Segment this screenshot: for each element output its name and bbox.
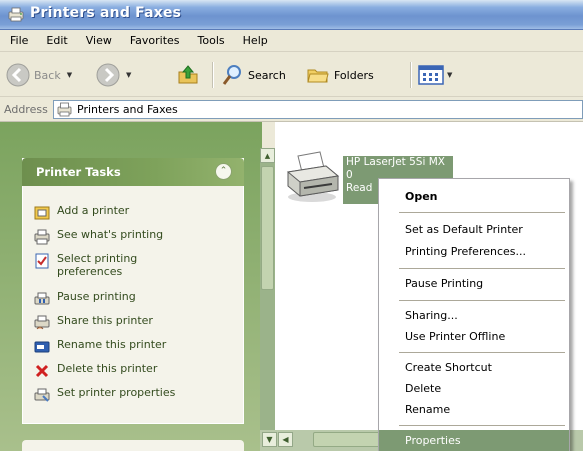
task-label: Add a printer	[57, 204, 130, 217]
menu-file[interactable]: File	[2, 30, 38, 52]
menu-help[interactable]: Help	[235, 30, 278, 52]
menu-rename[interactable]: Rename	[379, 399, 569, 421]
menu-pause-printing[interactable]: Pause Printing	[379, 273, 569, 295]
toolbar: Back ▼ ▼ Search Folders ▼	[0, 53, 583, 97]
properties-icon	[34, 388, 50, 402]
laser-printer-icon[interactable]	[284, 150, 342, 204]
task-set-properties[interactable]: Set printer properties	[34, 386, 244, 410]
back-arrow-icon	[6, 63, 30, 87]
menu-separator	[399, 268, 565, 269]
menu-separator	[399, 425, 565, 426]
search-button[interactable]: Search	[220, 61, 286, 89]
task-share-printer[interactable]: Share this printer	[34, 314, 244, 338]
folders-button[interactable]: Folders	[306, 61, 374, 89]
add-printer-icon	[34, 206, 50, 220]
forward-button[interactable]: ▼	[96, 61, 131, 89]
printer-tasks-header[interactable]: Printer Tasks ⌃	[22, 158, 244, 186]
printer-folder-icon	[57, 102, 72, 117]
printer-name: HP LaserJet 5Si MX	[346, 156, 445, 168]
task-label: Pause printing	[57, 290, 136, 303]
back-label: Back	[34, 68, 61, 82]
toolbar-separator	[212, 62, 214, 88]
delete-icon	[35, 364, 49, 378]
collapse-chevron-icon[interactable]: ⌃	[215, 163, 232, 180]
menu-edit[interactable]: Edit	[38, 30, 77, 52]
menu-delete[interactable]: Delete	[379, 378, 569, 400]
up-folder-button[interactable]	[176, 61, 200, 89]
menu-separator	[399, 300, 565, 301]
address-label: Address	[4, 103, 48, 116]
views-icon	[418, 65, 444, 85]
menu-set-default-printer[interactable]: Set as Default Printer	[379, 219, 569, 241]
menu-printing-preferences[interactable]: Printing Preferences...	[379, 241, 569, 263]
menu-tools[interactable]: Tools	[190, 30, 235, 52]
explorer-window: Printers and Faxes File Edit View Favori…	[0, 0, 583, 451]
menu-separator	[399, 212, 565, 213]
task-label: Rename this printer	[57, 338, 167, 351]
task-label: Select printing preferences	[57, 252, 138, 278]
task-see-printing[interactable]: See what's printing	[34, 228, 244, 252]
back-dropdown-icon[interactable]: ▼	[67, 71, 72, 79]
task-label: Share this printer	[57, 314, 153, 327]
forward-arrow-icon	[96, 63, 120, 87]
menu-favorites[interactable]: Favorites	[122, 30, 190, 52]
pause-printer-icon	[34, 292, 50, 305]
task-select-preferences[interactable]: Select printing preferences	[34, 252, 244, 290]
printer-tasks-title: Printer Tasks	[36, 165, 121, 179]
address-bar: Address Printers and Faxes	[0, 98, 583, 122]
window-title: Printers and Faxes	[30, 5, 182, 21]
search-label: Search	[248, 68, 286, 82]
title-bar[interactable]: Printers and Faxes	[0, 0, 583, 30]
rename-icon	[34, 341, 50, 353]
task-rename-printer[interactable]: Rename this printer	[34, 338, 244, 362]
share-printer-icon	[34, 315, 50, 330]
menu-create-shortcut[interactable]: Create Shortcut	[379, 357, 569, 379]
task-delete-printer[interactable]: Delete this printer	[34, 362, 244, 386]
printer-task-list: Add a printer See what's printing Select…	[34, 204, 244, 410]
menu-separator	[399, 352, 565, 353]
menu-sharing[interactable]: Sharing...	[379, 305, 569, 327]
scroll-up-icon[interactable]: ▲	[260, 148, 275, 163]
task-pause-printing[interactable]: Pause printing	[34, 290, 244, 314]
vertical-scroll-thumb[interactable]	[261, 166, 274, 290]
menu-view[interactable]: View	[78, 30, 122, 52]
scroll-left-icon[interactable]: ◀	[278, 432, 293, 447]
views-button[interactable]: ▼	[418, 61, 452, 89]
printer-folder-icon	[8, 7, 24, 22]
folders-icon	[307, 69, 329, 83]
task-label: Delete this printer	[57, 362, 158, 375]
task-label: See what's printing	[57, 228, 164, 241]
views-dropdown-icon[interactable]: ▼	[447, 71, 452, 79]
print-queue-icon	[34, 229, 50, 245]
scroll-corner-down-icon[interactable]: ▼	[262, 432, 277, 447]
address-value: Printers and Faxes	[77, 103, 178, 116]
forward-dropdown-icon[interactable]: ▼	[126, 71, 131, 79]
next-task-panel	[22, 440, 244, 451]
folders-label: Folders	[334, 68, 374, 82]
menu-properties[interactable]: Properties	[379, 430, 569, 451]
task-label: Set printer properties	[57, 386, 176, 399]
search-icon	[222, 65, 241, 85]
back-button[interactable]: Back ▼	[6, 61, 72, 89]
menu-open[interactable]: Open	[379, 186, 569, 208]
up-folder-icon	[178, 65, 198, 84]
menu-use-printer-offline[interactable]: Use Printer Offline	[379, 326, 569, 348]
menu-bar: File Edit View Favorites Tools Help	[0, 30, 583, 52]
preferences-icon	[35, 253, 49, 269]
context-menu: Open Set as Default Printer Printing Pre…	[378, 178, 570, 451]
address-field[interactable]: Printers and Faxes	[53, 100, 583, 119]
task-add-printer[interactable]: Add a printer	[34, 204, 244, 228]
toolbar-separator	[410, 62, 412, 88]
